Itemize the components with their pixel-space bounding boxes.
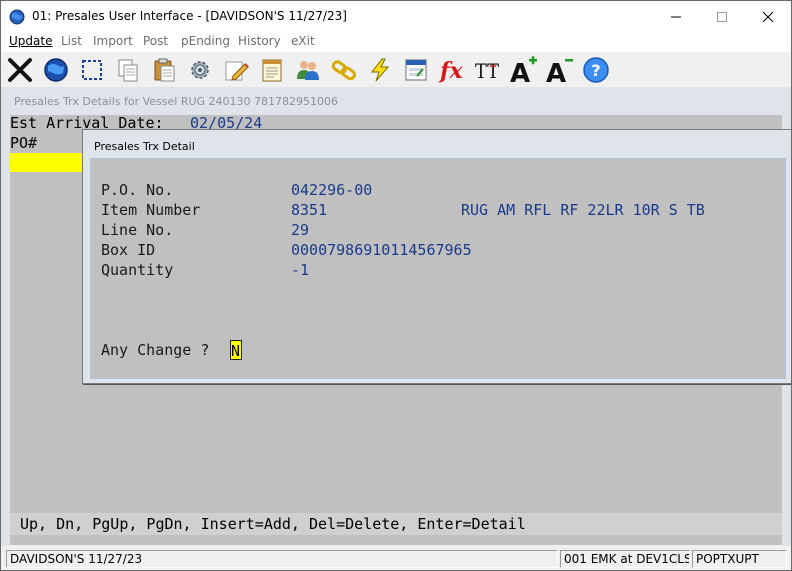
box-id-value: 00007986910114567965 xyxy=(291,241,472,259)
toolbar-decrease-font-button[interactable]: A xyxy=(545,55,575,85)
window-title: 01: Presales User Interface - [DAVIDSON'… xyxy=(32,9,347,23)
status-company: DAVIDSON'S 11/27/23 xyxy=(6,550,558,568)
app-globe-icon xyxy=(9,9,25,25)
item-number-label: Item Number xyxy=(101,201,201,219)
users-icon xyxy=(297,61,319,80)
item-description: RUG AM RFL RF 22LR 10R S TB xyxy=(461,201,705,219)
svg-text:fx: fx xyxy=(438,58,463,84)
menu-pending[interactable]: pEnding xyxy=(181,34,230,48)
menu-import[interactable]: Import xyxy=(93,34,133,48)
po-column-header: PO# xyxy=(10,134,38,152)
increase-font-icon: A xyxy=(510,56,537,85)
close-button[interactable] xyxy=(745,1,791,32)
quantity-value: -1 xyxy=(291,261,310,279)
menu-update-label: Update xyxy=(9,34,53,48)
close-x-icon xyxy=(8,58,32,82)
menu-import-label: Import xyxy=(93,34,133,48)
close-icon xyxy=(763,11,773,22)
toolbar-calculator-button[interactable] xyxy=(401,55,431,85)
change-prompt-label: Any Change ? xyxy=(101,341,210,359)
help-line-bar: Up, Dn, PgUp, PgDn, Insert=Add, Del=Dele… xyxy=(10,513,782,535)
po-no-label: P.O. No. xyxy=(101,181,174,199)
function-fx-icon: fx xyxy=(438,58,463,84)
toolbar-lightning-button[interactable] xyxy=(365,55,395,85)
menu-bar: Update List Import Post pEnding History … xyxy=(1,32,791,52)
link-chain-icon xyxy=(331,60,356,81)
key-help-text: Up, Dn, PgUp, PgDn, Insert=Add, Del=Dele… xyxy=(20,515,526,533)
title-bar[interactable]: 01: Presales User Interface - [DAVIDSON'… xyxy=(1,1,791,32)
item-number-value: 8351 xyxy=(291,201,328,219)
maximize-icon xyxy=(717,11,727,22)
lightning-icon xyxy=(370,58,390,82)
status-user: 001 EMK at DEV1CLS xyxy=(560,550,690,568)
po-no-value: 042296-00 xyxy=(291,181,373,199)
calculator-icon xyxy=(405,59,427,81)
toolbar-help-button[interactable]: ? xyxy=(581,55,611,85)
toolbar-select-button[interactable] xyxy=(77,55,107,85)
decrease-font-icon: A xyxy=(546,59,573,85)
child-window-title: Presales Trx Details for Vessel RUG 2401… xyxy=(14,95,339,108)
toolbar-copy-button[interactable] xyxy=(113,55,143,85)
minimize-icon xyxy=(671,16,681,17)
menu-history[interactable]: History xyxy=(238,34,281,48)
app-window: 01: Presales User Interface - [DAVIDSON'… xyxy=(0,0,792,571)
svg-text:?: ? xyxy=(591,61,600,80)
maximize-button[interactable] xyxy=(699,1,745,32)
toolbar-font-size-button[interactable]: TT xyxy=(473,55,503,85)
line-no-value: 29 xyxy=(291,221,310,239)
box-id-label: Box ID xyxy=(101,241,156,259)
dialog-body: P.O. No. 042296-00 Item Number 8351 RUG … xyxy=(90,158,786,379)
menu-list-label: List xyxy=(61,34,82,48)
toolbar: fx TT A A ? xyxy=(1,52,791,87)
menu-history-label: History xyxy=(238,34,281,48)
status-program: POPTXUPT xyxy=(692,550,787,568)
select-rectangle-icon xyxy=(82,60,102,80)
toolbar-users-button[interactable] xyxy=(293,55,323,85)
copy-icon xyxy=(118,59,138,82)
settings-gear-icon xyxy=(191,61,209,79)
status-bar: DAVIDSON'S 11/27/23 001 EMK at DEV1CLS P… xyxy=(1,546,791,570)
svg-text:A: A xyxy=(510,59,530,85)
toolbar-link-button[interactable] xyxy=(329,55,359,85)
child-frame-left xyxy=(1,115,10,570)
menu-pending-label: pEnding xyxy=(181,34,230,48)
menu-post[interactable]: Post xyxy=(143,34,168,48)
line-no-label: Line No. xyxy=(101,221,174,239)
toolbar-edit-button[interactable] xyxy=(221,55,251,85)
toolbar-function-button[interactable]: fx xyxy=(437,55,467,85)
toolbar-globe-button[interactable] xyxy=(41,55,71,85)
menu-post-label: Post xyxy=(143,34,169,48)
menu-exit[interactable]: eXit xyxy=(291,34,315,48)
dialog-title: Presales Trx Detail xyxy=(94,140,195,153)
edit-pencil-icon xyxy=(225,61,249,81)
quantity-label: Quantity xyxy=(101,261,174,279)
toolbar-paste-button[interactable] xyxy=(149,55,179,85)
menu-update[interactable]: Update xyxy=(9,34,52,48)
toolbar-notepad-button[interactable] xyxy=(257,55,287,85)
selected-row[interactable] xyxy=(10,153,82,172)
minimize-button[interactable] xyxy=(653,1,699,32)
toolbar-settings-button[interactable] xyxy=(185,55,215,85)
paste-icon xyxy=(154,58,175,82)
menu-exit-label: eXit xyxy=(291,34,315,48)
detail-dialog: Presales Trx Detail P.O. No. 042296-00 I… xyxy=(82,129,791,384)
menu-list[interactable]: List xyxy=(61,34,82,48)
notepad-icon xyxy=(262,59,282,82)
toolbar-increase-font-button[interactable]: A xyxy=(509,55,539,85)
change-prompt-input[interactable]: N xyxy=(230,340,242,360)
toolbar-close-button[interactable] xyxy=(5,55,35,85)
help-icon: ? xyxy=(583,57,609,83)
font-size-icon: TT xyxy=(475,59,500,83)
svg-text:TT: TT xyxy=(475,59,500,83)
svg-text:A: A xyxy=(546,59,566,85)
globe-icon xyxy=(44,58,68,82)
child-title-bar[interactable]: Presales Trx Details for Vessel RUG 2401… xyxy=(1,87,791,115)
